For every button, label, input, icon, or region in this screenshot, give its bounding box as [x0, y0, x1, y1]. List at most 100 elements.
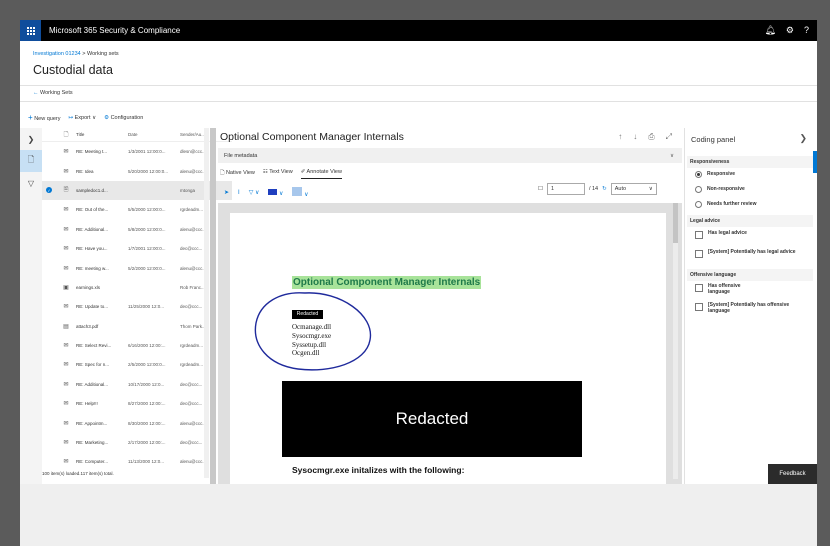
bell-icon[interactable]: 🔔︎ — [764, 25, 775, 36]
mail-icon: ✉ — [63, 149, 69, 156]
text-cursor-icon[interactable]: I — [238, 190, 240, 196]
chevron-down-icon: ∨ — [92, 114, 97, 121]
feedback-button[interactable]: Feedback — [768, 464, 817, 484]
radio-needs-review[interactable]: Needs further review — [695, 201, 756, 208]
filter-icon[interactable]: ▽ — [20, 172, 42, 194]
document-scrollbar[interactable] — [673, 203, 678, 479]
row-date: 5/20/2000 12:00:0... — [128, 168, 169, 174]
tab-annotate-view[interactable]: ✐ Annotate View — [300, 169, 342, 179]
column-title[interactable]: Title — [76, 132, 128, 137]
document-viewer: Optional Component Manager Internals ↑ ↓… — [216, 128, 684, 484]
mail-icon: ✉ — [63, 362, 69, 369]
row-title: RE: Help!!! — [76, 401, 98, 407]
file-metadata-toggle[interactable]: File metadata ∨ — [218, 148, 682, 163]
breadcrumb-separator: > — [82, 51, 86, 57]
mail-icon: ✉ — [63, 343, 69, 350]
row-title: RE: Computer... — [76, 459, 109, 465]
expand-icon[interactable]: ⤢ — [666, 132, 672, 142]
configuration-button[interactable]: ⚙ Configuration — [104, 115, 143, 121]
zoom-select[interactable]: Auto ∨ — [610, 183, 657, 195]
gear-icon[interactable]: ⚙ — [786, 25, 794, 36]
viewer-title: Optional Component Manager Internals — [220, 131, 404, 143]
page-thumb-icon[interactable]: ☐ — [538, 186, 543, 192]
document-canvas: Optional Component Manager Internals Red… — [218, 203, 682, 484]
pdf-icon: ▤ — [63, 323, 69, 330]
checkmark-icon: ✓ — [46, 187, 52, 194]
row-title: RE: Appointm... — [76, 420, 108, 426]
row-date: 1/7/2001 12:00:0... — [128, 246, 166, 252]
help-icon[interactable]: ? — [804, 25, 809, 36]
mail-icon: ✉ — [63, 420, 69, 427]
checkbox-has-offensive[interactable]: Has offensive language — [695, 283, 805, 295]
command-bar: + New query ↦ Export ∨ ⚙ Configuration — [28, 113, 143, 122]
row-title: RE: Select Revi... — [76, 343, 112, 349]
configuration-label: Configuration — [110, 114, 144, 121]
export-button[interactable]: ↦ Export ∨ — [69, 115, 97, 121]
document-subheading: Sysocmgr.exe initalizes with the followi… — [292, 465, 465, 475]
back-link[interactable]: ← Working Sets — [33, 90, 73, 96]
plus-icon: + — [28, 113, 33, 122]
tab-label: Text View — [269, 169, 293, 175]
row-date: 2/5/2000 12:00:0... — [128, 362, 166, 368]
mail-icon: ✉ — [63, 207, 69, 214]
zoom-value: Auto — [614, 186, 627, 192]
column-date[interactable]: Date — [128, 132, 180, 137]
chevron-right-icon[interactable]: ❯ — [799, 133, 807, 144]
option-label: [System] Potentially has legal advice — [708, 249, 796, 255]
mail-icon: ✉ — [63, 440, 69, 447]
app-launcher-icon[interactable] — [20, 20, 41, 41]
document-view-icon[interactable]: 🗋 — [20, 150, 42, 172]
mail-icon: ✉ — [63, 401, 69, 408]
mail-icon: ✉ — [63, 246, 69, 253]
left-rail: ❯ 🗋 ▽ — [20, 128, 42, 484]
row-date: 5/8/2000 12:00:0... — [128, 226, 166, 232]
option-label: Has offensive language — [708, 283, 741, 295]
new-query-button[interactable]: + New query — [28, 113, 61, 122]
redaction-tool[interactable]: ∨ — [292, 187, 309, 198]
row-title: RE: Additional... — [76, 381, 109, 387]
section-legal-advice: Legal advice — [687, 215, 813, 227]
section-responsiveness: Responsiveness — [687, 156, 813, 168]
arrow-up-icon[interactable]: ↑ — [618, 132, 622, 142]
option-label: [System] Potentially has offensive langu… — [708, 302, 790, 314]
suite-bar: Microsoft 365 Security & Compliance 🔔︎ ⚙… — [20, 20, 817, 41]
breadcrumb-current: Working sets — [87, 51, 119, 57]
divider — [20, 85, 817, 86]
checkbox-potential-offensive[interactable]: [System] Potentially has offensive langu… — [695, 302, 810, 314]
row-date: 11/13/2000 12:0... — [128, 459, 164, 465]
rotate-icon[interactable]: ↻ — [602, 186, 607, 192]
radio-responsive[interactable]: Responsive — [695, 171, 735, 178]
color-picker[interactable]: ∨ — [268, 188, 283, 197]
list-scrollbar[interactable] — [204, 128, 209, 478]
row-date: 8/30/2000 12:00:... — [128, 420, 166, 426]
row-checkbox[interactable]: ✓ — [42, 187, 56, 194]
row-title: RE: Meeting t... — [76, 149, 108, 155]
tab-text-view[interactable]: ☷ Text View — [263, 169, 293, 179]
checkbox-has-legal-advice[interactable]: Has legal advice — [695, 230, 805, 239]
print-icon[interactable]: ⎙ — [648, 132, 654, 142]
checkbox-icon — [695, 250, 703, 258]
pen-tool-icon[interactable]: ▽ ∨ — [249, 189, 260, 196]
checkbox-icon — [695, 231, 703, 239]
page-title: Custodial data — [33, 63, 113, 77]
row-title: RE: meeting w... — [76, 265, 109, 271]
redaction-box-large[interactable]: Redacted — [282, 381, 582, 457]
select-tool-icon[interactable]: ➤ — [224, 189, 229, 196]
radio-non-responsive[interactable]: Non-responsive — [695, 186, 745, 193]
app-title: Microsoft 365 Security & Compliance — [49, 26, 181, 35]
back-arrow-icon: ← — [33, 90, 39, 96]
row-date: 5/5/2000 12:00:0... — [128, 207, 166, 213]
row-date: 1/3/2001 12:00:0... — [128, 149, 166, 155]
annotation-toolbar: ➤ I ▽ ∨ ∨ ∨ — [224, 187, 309, 198]
document-page[interactable]: Optional Component Manager Internals Red… — [230, 213, 666, 484]
tab-native-view[interactable]: 🗋 Native View — [220, 169, 255, 179]
page-number-input[interactable]: 1 — [546, 183, 585, 195]
breadcrumb-link[interactable]: Investigation 01234 — [33, 51, 81, 57]
expand-chevron-icon[interactable]: ❯ — [20, 128, 42, 150]
row-title: sampledoc1.d... — [76, 187, 108, 193]
row-date: 5/2/2000 12:00:0... — [128, 265, 166, 271]
arrow-down-icon[interactable]: ↓ — [633, 132, 637, 142]
pen-annotation-circle[interactable] — [250, 285, 375, 375]
checkbox-potential-legal-advice[interactable]: [System] Potentially has legal advice — [695, 249, 810, 258]
row-title: RE: Have you... — [76, 246, 108, 252]
